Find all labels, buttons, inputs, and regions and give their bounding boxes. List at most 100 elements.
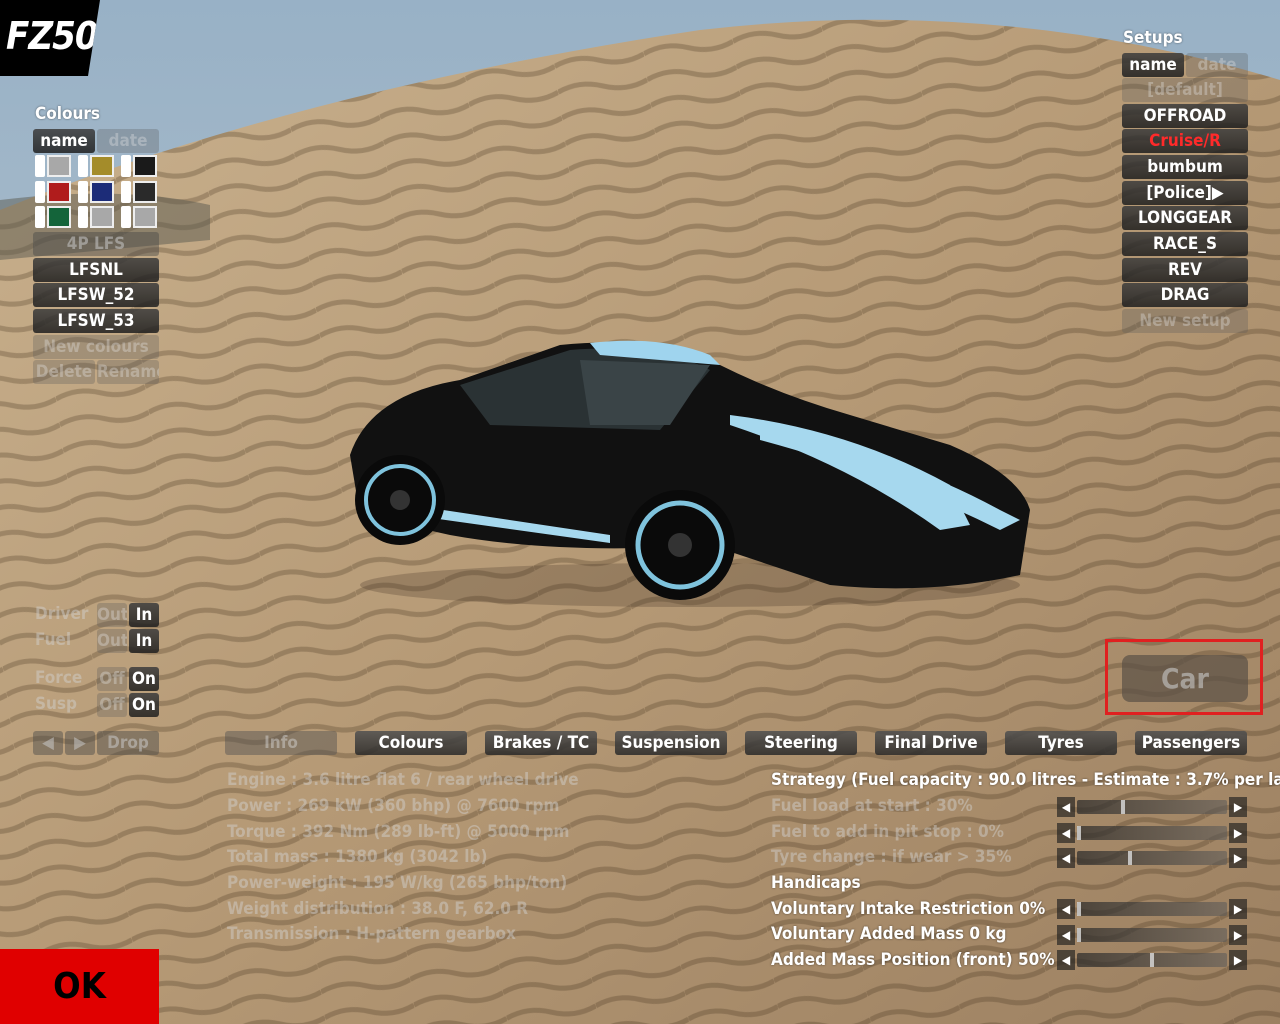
new-colours-button[interactable]: New colours xyxy=(33,335,159,359)
car-button[interactable]: Car xyxy=(1122,655,1248,702)
fuel-label: Fuel xyxy=(35,630,72,650)
fuel-add-slider[interactable]: ◀ ▶ xyxy=(1057,823,1247,843)
fuel-load-slider[interactable]: ◀ ▶ xyxy=(1057,797,1247,817)
colour-swatch[interactable] xyxy=(133,155,157,177)
slider-knob[interactable] xyxy=(1128,851,1133,865)
strategy-fuel-add: Fuel to add in pit stop : 0% xyxy=(771,822,1004,842)
colour-swatch[interactable] xyxy=(133,206,157,228)
setup-item[interactable]: RACE_S xyxy=(1122,232,1248,256)
mass-position-slider[interactable]: ◀ ▶ xyxy=(1057,950,1247,970)
susp-off-button[interactable]: Off xyxy=(97,693,127,717)
setups-title: Setups xyxy=(1123,28,1183,48)
slider-left-arrow[interactable]: ◀ xyxy=(1057,848,1075,868)
setup-item[interactable]: LONGGEAR xyxy=(1122,206,1248,230)
setup-item[interactable]: REV xyxy=(1122,258,1248,282)
rename-colour-button[interactable]: Rename xyxy=(97,360,159,384)
driver-in-button[interactable]: In xyxy=(129,603,159,627)
tab-steering[interactable]: Steering xyxy=(745,731,857,755)
colour-swatch[interactable] xyxy=(47,181,71,203)
tab-suspension[interactable]: Suspension xyxy=(615,731,727,755)
force-on-button[interactable]: On xyxy=(129,667,159,691)
slider-right-arrow[interactable]: ▶ xyxy=(1229,848,1247,868)
car-model-view[interactable] xyxy=(330,335,1040,615)
strategy-title: Strategy (Fuel capacity : 90.0 litres - … xyxy=(771,770,1280,790)
susp-on-button[interactable]: On xyxy=(129,693,159,717)
slider-right-arrow[interactable]: ▶ xyxy=(1229,899,1247,919)
slider-left-arrow[interactable]: ◀ xyxy=(1057,925,1075,945)
slider-track[interactable] xyxy=(1077,800,1227,814)
colour-swatch[interactable] xyxy=(47,155,71,177)
colour-item[interactable]: LFSW_53 xyxy=(33,309,159,333)
handicap-added-mass: Voluntary Added Mass 0 kg xyxy=(771,924,1007,944)
setups-sort-name-button[interactable]: name xyxy=(1122,53,1184,77)
tyre-change-slider[interactable]: ◀ ▶ xyxy=(1057,848,1247,868)
slider-right-arrow[interactable]: ▶ xyxy=(1229,925,1247,945)
tab-passengers[interactable]: Passengers xyxy=(1135,731,1247,755)
intake-restriction-slider[interactable]: ◀ ▶ xyxy=(1057,899,1247,919)
slider-track[interactable] xyxy=(1077,953,1227,967)
slider-knob[interactable] xyxy=(1077,928,1081,942)
handicap-intake-restriction: Voluntary Intake Restriction 0% xyxy=(771,899,1046,919)
driver-out-button[interactable]: Out xyxy=(97,603,127,627)
colours-title: Colours xyxy=(35,104,101,124)
setup-default[interactable]: [default] xyxy=(1122,78,1248,102)
colour-swatch-marker xyxy=(35,181,45,203)
slider-knob[interactable] xyxy=(1150,953,1154,967)
slider-track[interactable] xyxy=(1077,851,1227,865)
force-off-button[interactable]: Off xyxy=(97,667,127,691)
tab-final-drive[interactable]: Final Drive xyxy=(875,731,987,755)
colour-swatch[interactable] xyxy=(90,206,114,228)
slider-right-arrow[interactable]: ▶ xyxy=(1229,950,1247,970)
setup-item[interactable]: DRAG xyxy=(1122,283,1248,307)
drop-button[interactable]: Drop xyxy=(97,731,159,755)
new-setup-button[interactable]: New setup xyxy=(1122,309,1248,333)
colour-item[interactable]: LFSNL xyxy=(33,258,159,282)
info-mass: Total mass : 1380 kg (3042 lb) xyxy=(227,847,488,867)
added-mass-slider[interactable]: ◀ ▶ xyxy=(1057,925,1247,945)
tab-brakes-tc[interactable]: Brakes / TC xyxy=(485,731,597,755)
slider-track[interactable] xyxy=(1077,902,1227,916)
ok-button[interactable]: OK xyxy=(0,949,159,1024)
next-arrow-button[interactable]: ▶ xyxy=(65,731,95,755)
slider-left-arrow[interactable]: ◀ xyxy=(1057,950,1075,970)
tab-info[interactable]: Info xyxy=(225,731,337,755)
colour-swatch[interactable] xyxy=(90,155,114,177)
slider-track[interactable] xyxy=(1077,928,1227,942)
slider-left-arrow[interactable]: ◀ xyxy=(1057,797,1075,817)
fuel-out-button[interactable]: Out xyxy=(97,629,127,653)
tab-colours[interactable]: Colours xyxy=(355,731,467,755)
strategy-fuel-load: Fuel load at start : 30% xyxy=(771,796,973,816)
prev-arrow-button[interactable]: ◀ xyxy=(33,731,63,755)
colour-swatch-marker xyxy=(121,206,131,228)
susp-label: Susp xyxy=(35,694,77,714)
setup-item-cruise[interactable]: Cruise/R xyxy=(1122,129,1248,153)
slider-knob[interactable] xyxy=(1077,902,1081,916)
info-power-weight: Power-weight : 195 W/kg (265 bhp/ton) xyxy=(227,873,568,893)
setup-item[interactable]: OFFROAD xyxy=(1122,104,1248,128)
fuel-in-button[interactable]: In xyxy=(129,629,159,653)
colour-swatch[interactable] xyxy=(90,181,114,203)
colour-swatch[interactable] xyxy=(133,181,157,203)
setup-item[interactable]: [Police]▶ xyxy=(1122,181,1248,205)
setup-item[interactable]: bumbum xyxy=(1122,155,1248,179)
slider-right-arrow[interactable]: ▶ xyxy=(1229,797,1247,817)
slider-knob[interactable] xyxy=(1077,826,1081,840)
slider-knob[interactable] xyxy=(1120,800,1125,814)
delete-colour-button[interactable]: Delete xyxy=(33,360,95,384)
tab-tyres[interactable]: Tyres xyxy=(1005,731,1117,755)
colours-sort-name-button[interactable]: name xyxy=(33,129,95,153)
colour-swatch-marker xyxy=(121,181,131,203)
setup-item-cruise-text: Cruise/R xyxy=(1149,131,1221,151)
colours-sort-date-button[interactable]: date xyxy=(97,129,159,153)
slider-right-arrow[interactable]: ▶ xyxy=(1229,823,1247,843)
slider-track[interactable] xyxy=(1077,826,1227,840)
colour-item[interactable]: 4P LFS xyxy=(33,232,159,256)
setups-sort-date-button[interactable]: date xyxy=(1186,53,1248,77)
slider-left-arrow[interactable]: ◀ xyxy=(1057,823,1075,843)
info-engine: Engine : 3.6 litre flat 6 / rear wheel d… xyxy=(227,770,579,790)
slider-left-arrow[interactable]: ◀ xyxy=(1057,899,1075,919)
colour-item[interactable]: LFSW_52 xyxy=(33,283,159,307)
colour-swatch[interactable] xyxy=(47,206,71,228)
force-label: Force xyxy=(35,668,83,688)
info-weight-distribution: Weight distribution : 38.0 F, 62.0 R xyxy=(227,899,529,919)
